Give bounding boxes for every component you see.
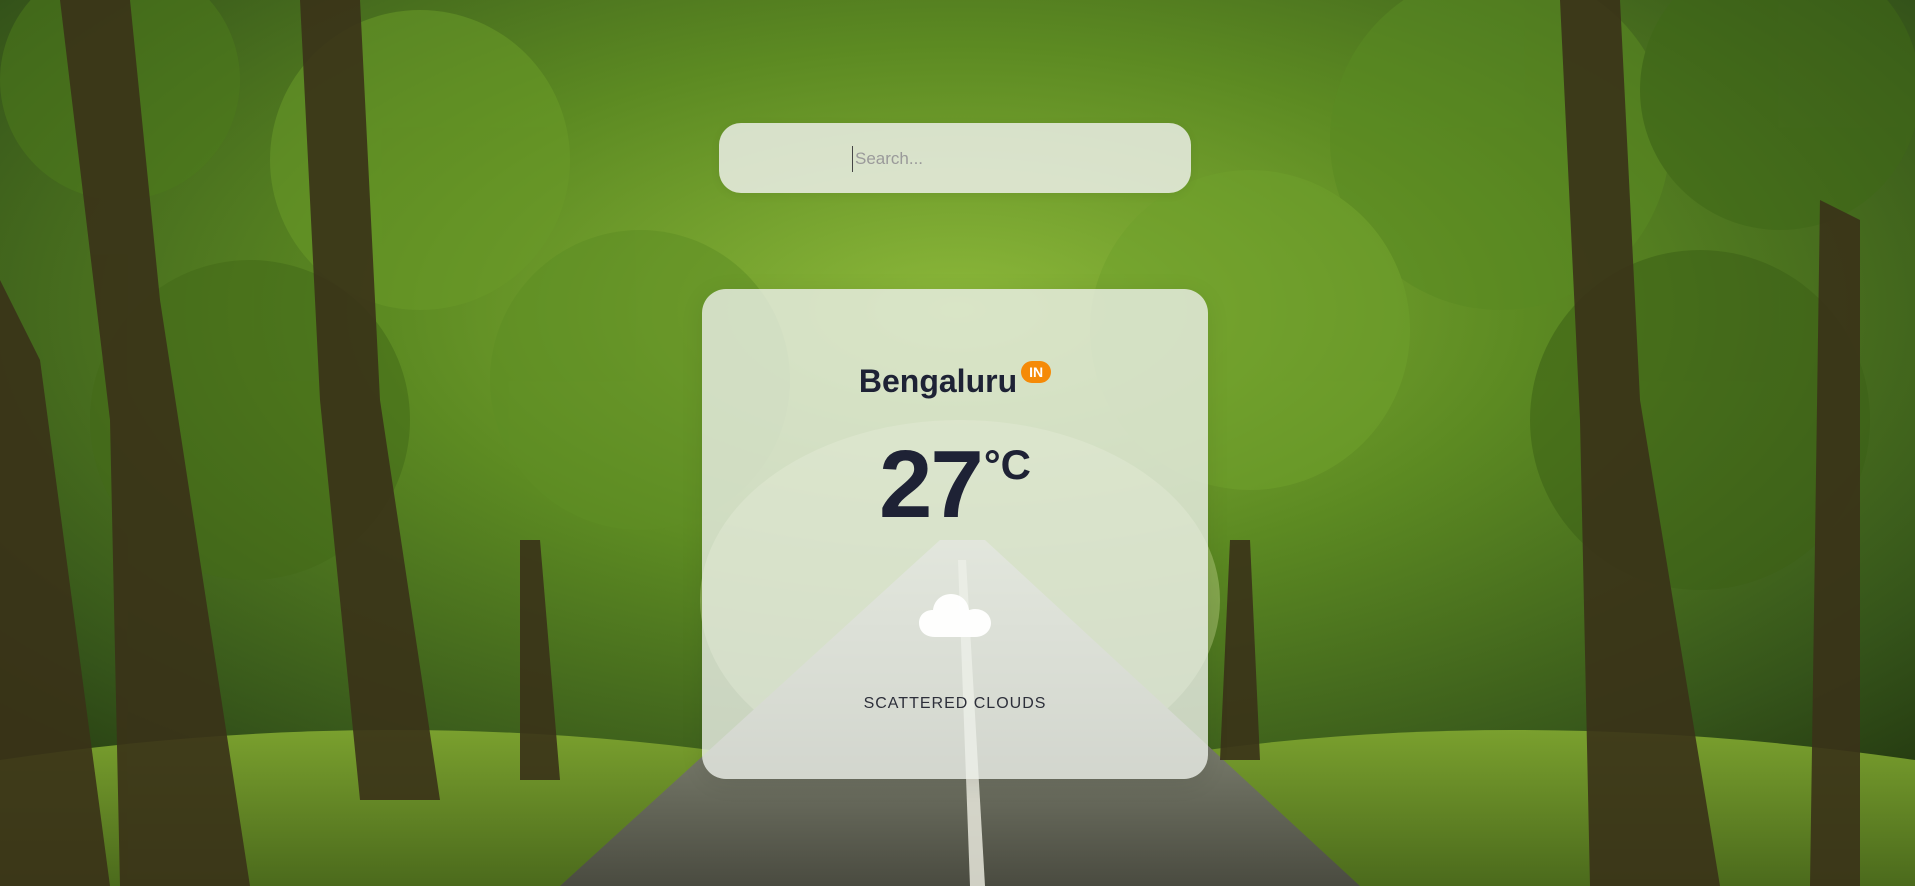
country-badge: IN	[1021, 360, 1052, 383]
temperature-unit: °C	[983, 441, 1031, 488]
location-row: Bengaluru IN	[702, 360, 1208, 400]
city-name: Bengaluru	[858, 363, 1018, 399]
temperature-display: 27°C	[702, 437, 1208, 533]
search-bar	[719, 123, 1191, 193]
temperature-value: 27	[879, 431, 984, 538]
weather-card: Bengaluru IN 27°C SCATTERED CLOUDS	[702, 289, 1208, 779]
search-input[interactable]	[852, 146, 1155, 172]
weather-description: SCATTERED CLOUDS	[863, 695, 1047, 712]
cloud-icon	[919, 594, 991, 637]
